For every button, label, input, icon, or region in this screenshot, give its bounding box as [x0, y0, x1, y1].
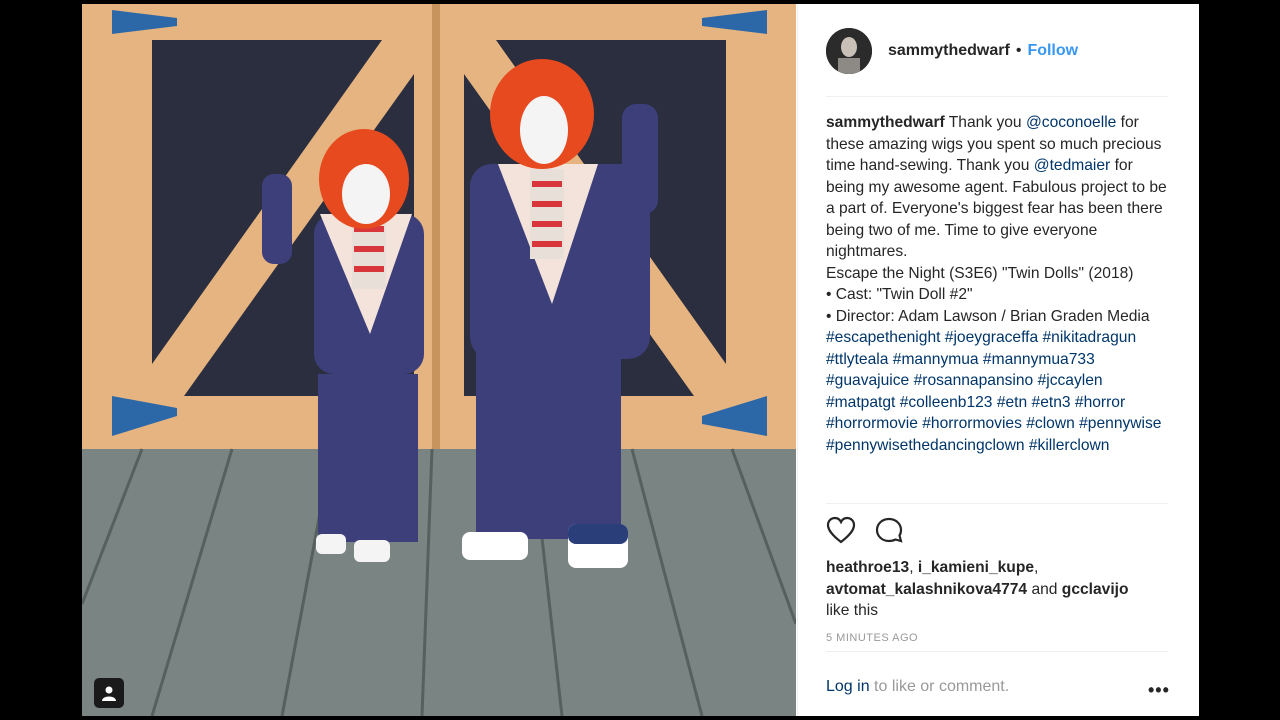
liker-username[interactable]: gcclavijo: [1062, 581, 1129, 598]
hashtag[interactable]: #etn: [997, 394, 1027, 411]
hashtag[interactable]: #escapethenight: [826, 329, 940, 346]
avatar[interactable]: [826, 28, 872, 74]
post-photo[interactable]: [82, 4, 796, 716]
comment-footer: Log in to like or comment.: [826, 678, 1009, 696]
caption-line: • Cast: "Twin Doll #2": [826, 286, 973, 303]
hashtag[interactable]: #ttlyteala: [826, 351, 888, 368]
tag-people-icon[interactable]: [94, 678, 124, 708]
login-suffix: to like or comment.: [869, 678, 1010, 695]
hashtag[interactable]: #horror: [1075, 394, 1125, 411]
caption-line: Escape the Night (S3E6) "Twin Dolls" (20…: [826, 264, 1134, 282]
divider: [826, 503, 1168, 504]
post-image: [82, 4, 796, 716]
likes-suffix: like this: [826, 602, 878, 619]
divider: [826, 651, 1168, 652]
liker-username[interactable]: heathroe13: [826, 559, 909, 576]
hashtag[interactable]: #colleenb123: [900, 394, 993, 411]
hashtag[interactable]: #etn3: [1032, 394, 1071, 411]
hashtag[interactable]: #mannymua733: [983, 351, 1095, 368]
hashtag[interactable]: #killerclown: [1029, 437, 1110, 454]
hashtag[interactable]: #pennywisethedancingclown: [826, 437, 1025, 454]
hashtag[interactable]: #matpatgt: [826, 394, 895, 411]
likes-separator: ,: [1034, 559, 1039, 576]
hashtag[interactable]: #clown: [1026, 415, 1075, 432]
action-bar: [826, 516, 904, 549]
hashtag[interactable]: #horrormovies: [922, 415, 1022, 432]
post-timestamp[interactable]: 5 MINUTES AGO: [826, 632, 918, 644]
follow-button[interactable]: Follow: [1027, 42, 1078, 60]
caption-line: • Director: Adam Lawson / Brian Graden M…: [826, 307, 1150, 325]
mention-coconoelle[interactable]: @coconoelle: [1026, 114, 1116, 131]
post-caption: sammythedwarf Thank you @coconoelle for …: [826, 112, 1171, 500]
separator-dot: •: [1015, 42, 1022, 59]
divider: [826, 96, 1168, 97]
heart-icon[interactable]: [826, 516, 856, 549]
caption-text: Thank you: [944, 114, 1026, 131]
hashtag[interactable]: #rosannapansino: [914, 372, 1034, 389]
post-header: sammythedwarf • Follow: [826, 28, 1078, 74]
hashtag[interactable]: #jccaylen: [1038, 372, 1103, 389]
hashtag[interactable]: #mannymua: [893, 351, 979, 368]
hashtag-list: #escapethenight #joeygraceffa #nikitadra…: [826, 329, 1161, 454]
liker-username[interactable]: avtomat_kalashnikova4774: [826, 581, 1027, 598]
more-options-icon[interactable]: •••: [1148, 680, 1170, 701]
hashtag[interactable]: #joeygraceffa: [945, 329, 1038, 346]
likes-summary: heathroe13, i_kamieni_kupe, avtomat_kala…: [826, 557, 1176, 622]
hashtag[interactable]: #guavajuice: [826, 372, 909, 389]
likes-and: and: [1027, 580, 1062, 598]
hashtag[interactable]: #horrormovie: [826, 415, 918, 432]
post-sidebar: sammythedwarf • Follow sammythedwarf Tha…: [797, 4, 1199, 716]
header-username[interactable]: sammythedwarf: [888, 42, 1010, 60]
likes-separator: ,: [909, 559, 918, 576]
comment-icon[interactable]: [874, 516, 904, 549]
hashtag[interactable]: #pennywise: [1079, 415, 1161, 432]
liker-username[interactable]: i_kamieni_kupe: [918, 559, 1034, 576]
caption-username[interactable]: sammythedwarf: [826, 114, 945, 131]
hashtag[interactable]: #nikitadragun: [1042, 329, 1136, 346]
login-link[interactable]: Log in: [826, 678, 870, 695]
mention-tedmaier[interactable]: @tedmaier: [1034, 157, 1111, 174]
